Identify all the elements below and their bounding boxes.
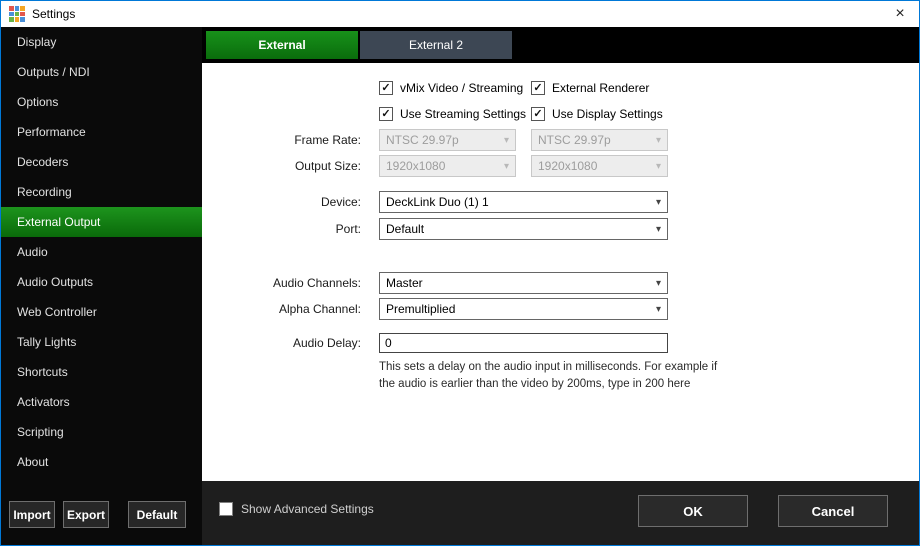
alpha-channel-select[interactable]: Premultiplied ▾ bbox=[379, 298, 668, 320]
audio-delay-input[interactable] bbox=[379, 333, 668, 353]
checkbox-external-renderer[interactable]: ✓ External Renderer bbox=[531, 80, 649, 96]
window-title: Settings bbox=[32, 7, 75, 21]
checkbox-label: vMix Video / Streaming bbox=[400, 81, 523, 95]
sidebar-item-performance[interactable]: Performance bbox=[1, 117, 202, 147]
sidebar-item-scripting[interactable]: Scripting bbox=[1, 417, 202, 447]
sidebar-item-shortcuts[interactable]: Shortcuts bbox=[1, 357, 202, 387]
output-size-select-2[interactable]: 1920x1080 ▾ bbox=[531, 155, 668, 177]
dialog-footer: Show Advanced Settings OK Cancel bbox=[202, 481, 919, 545]
frame-rate-value-2: NTSC 29.97p bbox=[538, 133, 652, 147]
sidebar-item-tally-lights[interactable]: Tally Lights bbox=[1, 327, 202, 357]
output-size-select-1[interactable]: 1920x1080 ▾ bbox=[379, 155, 516, 177]
frame-rate-label: Frame Rate: bbox=[202, 129, 361, 151]
cancel-button[interactable]: Cancel bbox=[778, 495, 888, 527]
audio-channels-label: Audio Channels: bbox=[202, 272, 361, 294]
audio-channels-select[interactable]: Master ▾ bbox=[379, 272, 668, 294]
checkbox-show-advanced-settings[interactable]: Show Advanced Settings bbox=[219, 502, 374, 516]
chevron-down-icon: ▾ bbox=[656, 224, 661, 235]
export-button[interactable]: Export bbox=[63, 501, 109, 528]
port-value: Default bbox=[386, 222, 652, 236]
device-label: Device: bbox=[202, 191, 361, 213]
chevron-down-icon: ▾ bbox=[656, 161, 661, 172]
output-size-label: Output Size: bbox=[202, 155, 361, 177]
audio-channels-value: Master bbox=[386, 276, 652, 290]
chevron-down-icon: ▾ bbox=[656, 304, 661, 315]
audio-delay-help-text: This sets a delay on the audio input in … bbox=[379, 359, 717, 393]
device-value: DeckLink Duo (1) 1 bbox=[386, 195, 652, 209]
checkbox-label: External Renderer bbox=[552, 81, 649, 95]
sidebar-item-about[interactable]: About bbox=[1, 447, 202, 477]
checkbox-label: Show Advanced Settings bbox=[241, 502, 374, 516]
checkbox-label: Use Streaming Settings bbox=[400, 107, 526, 121]
close-icon[interactable]: × bbox=[889, 6, 911, 22]
checkbox-use-display-settings[interactable]: ✓ Use Display Settings bbox=[531, 106, 663, 122]
checkbox-vmix-video-streaming[interactable]: ✓ vMix Video / Streaming bbox=[379, 80, 523, 96]
default-button[interactable]: Default bbox=[128, 501, 186, 528]
sidebar-item-display[interactable]: Display bbox=[1, 27, 202, 57]
device-select[interactable]: DeckLink Duo (1) 1 ▾ bbox=[379, 191, 668, 213]
chevron-down-icon: ▾ bbox=[504, 135, 509, 146]
chevron-down-icon: ▾ bbox=[656, 278, 661, 289]
tab-external-2[interactable]: External 2 bbox=[360, 31, 512, 59]
sidebar-footer-buttons: Import Export Default bbox=[9, 501, 198, 528]
import-button[interactable]: Import bbox=[9, 501, 55, 528]
sidebar-item-recording[interactable]: Recording bbox=[1, 177, 202, 207]
checkbox-label: Use Display Settings bbox=[552, 107, 663, 121]
sidebar-item-audio[interactable]: Audio bbox=[1, 237, 202, 267]
sidebar-item-activators[interactable]: Activators bbox=[1, 387, 202, 417]
chevron-down-icon: ▾ bbox=[504, 161, 509, 172]
checkbox-checked-icon: ✓ bbox=[531, 81, 545, 95]
output-size-value-1: 1920x1080 bbox=[386, 159, 500, 173]
checkbox-checked-icon: ✓ bbox=[379, 81, 393, 95]
frame-rate-value-1: NTSC 29.97p bbox=[386, 133, 500, 147]
frame-rate-select-1[interactable]: NTSC 29.97p ▾ bbox=[379, 129, 516, 151]
sidebar-item-external-output[interactable]: External Output bbox=[1, 207, 202, 237]
audio-delay-label: Audio Delay: bbox=[202, 332, 361, 354]
sidebar-item-web-controller[interactable]: Web Controller bbox=[1, 297, 202, 327]
sidebar-item-decoders[interactable]: Decoders bbox=[1, 147, 202, 177]
checkbox-use-streaming-settings[interactable]: ✓ Use Streaming Settings bbox=[379, 106, 526, 122]
output-size-value-2: 1920x1080 bbox=[538, 159, 652, 173]
main-panel: External External 2 ✓ vMix Video / Strea… bbox=[202, 27, 919, 545]
titlebar: Settings × bbox=[1, 1, 919, 27]
external-output-settings-panel: ✓ vMix Video / Streaming ✓ External Rend… bbox=[202, 63, 919, 481]
port-label: Port: bbox=[202, 218, 361, 240]
checkbox-checked-icon: ✓ bbox=[379, 107, 393, 121]
chevron-down-icon: ▾ bbox=[656, 197, 661, 208]
sidebar-item-audio-outputs[interactable]: Audio Outputs bbox=[1, 267, 202, 297]
settings-window: Settings × Display Outputs / NDI Options… bbox=[0, 0, 920, 546]
sidebar-item-options[interactable]: Options bbox=[1, 87, 202, 117]
tab-external[interactable]: External bbox=[206, 31, 358, 59]
checkbox-checked-icon: ✓ bbox=[531, 107, 545, 121]
chevron-down-icon: ▾ bbox=[656, 135, 661, 146]
frame-rate-select-2[interactable]: NTSC 29.97p ▾ bbox=[531, 129, 668, 151]
alpha-channel-value: Premultiplied bbox=[386, 302, 652, 316]
ok-button[interactable]: OK bbox=[638, 495, 748, 527]
sidebar-item-outputs-ndi[interactable]: Outputs / NDI bbox=[1, 57, 202, 87]
port-select[interactable]: Default ▾ bbox=[379, 218, 668, 240]
vmix-logo-icon bbox=[9, 6, 25, 22]
checkbox-unchecked-icon bbox=[219, 502, 233, 516]
alpha-channel-label: Alpha Channel: bbox=[202, 298, 361, 320]
sidebar: Display Outputs / NDI Options Performanc… bbox=[1, 27, 202, 545]
tabstrip: External External 2 bbox=[202, 27, 919, 63]
